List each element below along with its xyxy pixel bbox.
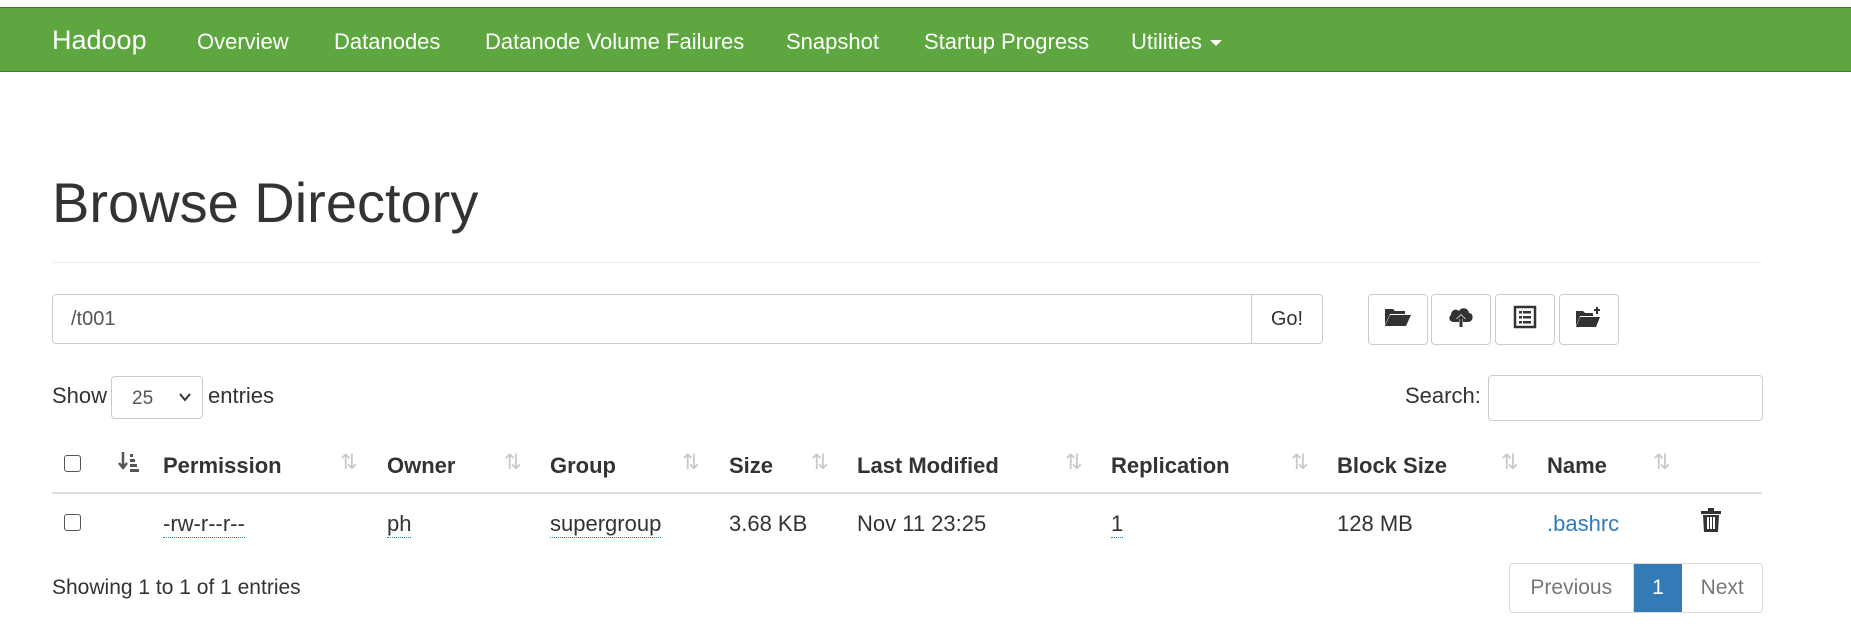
title-divider xyxy=(52,262,1762,263)
entries-label: entries xyxy=(208,383,275,408)
cloud-upload-icon xyxy=(1447,305,1475,334)
entries-per-page-value: 25 xyxy=(132,388,154,409)
sort-icon[interactable]: ⇅ xyxy=(682,450,700,475)
row-checkbox[interactable] xyxy=(64,514,81,531)
brand-link[interactable]: Hadoop xyxy=(52,25,147,56)
directory-path-input[interactable] xyxy=(52,294,1252,344)
entries-per-page-select[interactable]: 25 xyxy=(111,376,203,419)
page-title: Browse Directory xyxy=(52,171,479,234)
nav-startup-progress[interactable]: Startup Progress xyxy=(924,29,1089,55)
search-input[interactable] xyxy=(1488,375,1763,421)
size-cell: 3.68 KB xyxy=(729,511,808,536)
list-alt-icon xyxy=(1513,305,1537,334)
folder-open-icon xyxy=(1384,306,1412,333)
column-header-owner[interactable]: Owner xyxy=(387,453,455,479)
sort-ascending-icon[interactable] xyxy=(118,450,140,479)
table-header-divider xyxy=(52,492,1762,494)
group-cell: supergroup xyxy=(550,511,662,538)
list-view-button[interactable] xyxy=(1495,294,1555,345)
column-header-size[interactable]: Size xyxy=(729,453,773,479)
previous-page-button[interactable]: Previous xyxy=(1510,564,1634,612)
column-header-block-size[interactable]: Block Size xyxy=(1337,453,1447,479)
file-name-link[interactable]: .bashrc xyxy=(1547,511,1619,537)
sort-icon[interactable]: ⇅ xyxy=(811,450,829,475)
last-modified-cell: Nov 11 23:25 xyxy=(857,511,987,536)
sort-icon[interactable]: ⇅ xyxy=(1291,450,1309,475)
navbar: Hadoop Overview Datanodes Datanode Volum… xyxy=(0,7,1851,72)
sort-icon[interactable]: ⇅ xyxy=(1653,450,1671,475)
upload-button[interactable] xyxy=(1431,294,1491,345)
trash-icon[interactable] xyxy=(1700,508,1722,537)
create-directory-button[interactable] xyxy=(1559,294,1619,345)
block-size-cell: 128 MB xyxy=(1337,511,1413,536)
browse-folder-button[interactable] xyxy=(1368,294,1428,345)
owner-cell: ph xyxy=(387,511,412,538)
table-info: Showing 1 to 1 of 1 entries xyxy=(52,576,301,599)
column-header-group[interactable]: Group xyxy=(550,453,616,479)
caret-down-icon xyxy=(1209,40,1222,47)
select-all-checkbox[interactable] xyxy=(64,455,81,472)
nav-utilities-label: Utilities xyxy=(1131,29,1202,54)
column-header-name[interactable]: Name xyxy=(1547,453,1607,479)
pagination: Previous 1 Next xyxy=(1509,563,1763,613)
next-page-button[interactable]: Next xyxy=(1682,564,1762,612)
nav-datanode-volume-failures[interactable]: Datanode Volume Failures xyxy=(485,29,744,55)
replication-cell[interactable]: 1 xyxy=(1111,511,1124,538)
sort-icon[interactable]: ⇅ xyxy=(1065,450,1083,475)
nav-snapshot[interactable]: Snapshot xyxy=(786,29,879,55)
nav-datanodes[interactable]: Datanodes xyxy=(334,29,440,55)
nav-utilities-dropdown[interactable]: Utilities xyxy=(1131,29,1222,55)
sort-icon[interactable]: ⇅ xyxy=(1501,450,1519,475)
column-header-last-modified[interactable]: Last Modified xyxy=(857,453,999,479)
permission-cell[interactable]: -rw-r--r-- xyxy=(163,511,245,538)
search-label: Search: xyxy=(1405,383,1481,408)
current-page-button[interactable]: 1 xyxy=(1633,564,1683,612)
chevron-down-icon xyxy=(178,388,192,410)
column-header-replication[interactable]: Replication xyxy=(1111,453,1230,479)
nav-overview[interactable]: Overview xyxy=(197,29,289,55)
new-folder-icon xyxy=(1575,305,1603,334)
column-header-permission[interactable]: Permission xyxy=(163,453,282,479)
sort-icon[interactable]: ⇅ xyxy=(340,450,358,475)
sort-icon[interactable]: ⇅ xyxy=(504,450,522,475)
show-label: Show xyxy=(52,383,108,408)
go-button[interactable]: Go! xyxy=(1251,294,1323,344)
